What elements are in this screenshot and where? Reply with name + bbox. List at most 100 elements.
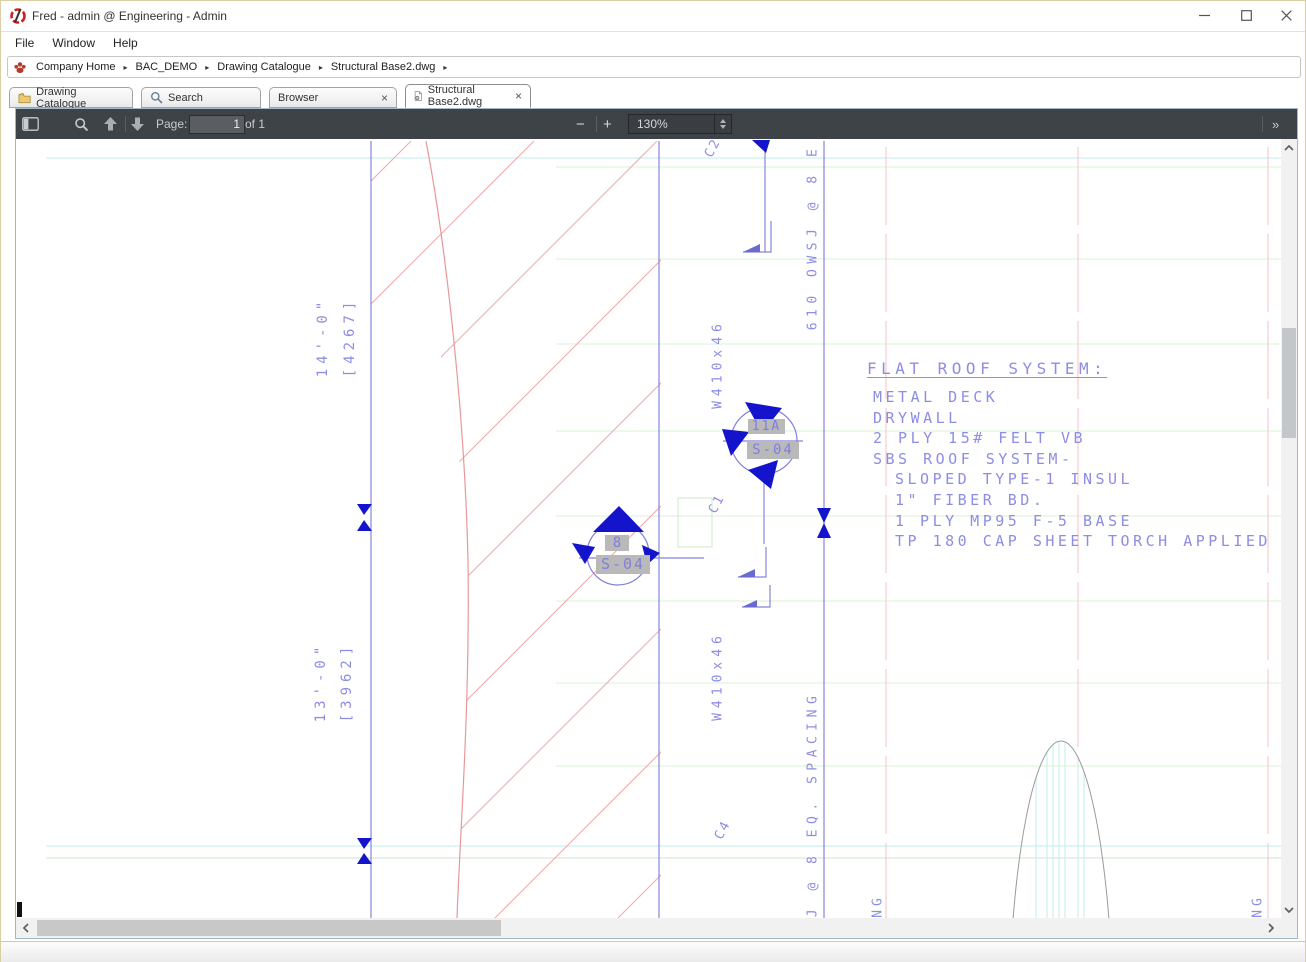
breadcrumb: Company Home ▸ BAC_DEMO ▸ Drawing Catalo… bbox=[7, 56, 1301, 78]
section-marker-top bbox=[752, 140, 770, 153]
scroll-up-button[interactable] bbox=[1281, 139, 1297, 156]
paw-icon bbox=[13, 60, 27, 74]
note-line: 1" FIBER BD. bbox=[895, 490, 1271, 511]
viewer-toolbar: Page: of 1 − + 130% » bbox=[16, 109, 1297, 139]
zoom-level-value: 130% bbox=[629, 117, 714, 131]
tab-label: Browser bbox=[278, 92, 318, 104]
dimension-label-4267mm: [4267] bbox=[342, 297, 358, 378]
note-line: 2 PLY 15# FELT VB bbox=[873, 428, 1271, 449]
joist-label-bottom: J @ 8 EQ. SPACING bbox=[806, 691, 821, 918]
expand-toolbar-button[interactable]: » bbox=[1272, 109, 1280, 139]
breadcrumb-separator-icon: ▸ bbox=[314, 63, 328, 72]
zoom-spinner[interactable] bbox=[714, 115, 731, 133]
breadcrumb-item-drawing-catalogue[interactable]: Drawing Catalogue bbox=[214, 59, 314, 75]
scroll-down-button[interactable] bbox=[1281, 901, 1297, 918]
vertical-scrollbar-thumb[interactable] bbox=[1282, 328, 1296, 438]
text-fragment-right: NG bbox=[1251, 894, 1266, 918]
marker2-sheet[interactable]: S-04 bbox=[596, 555, 650, 574]
breadcrumb-item-structural-base2[interactable]: Structural Base2.dwg bbox=[328, 59, 439, 75]
viewer-panel: Page: of 1 − + 130% » bbox=[15, 108, 1298, 939]
tab-label: Drawing Catalogue bbox=[36, 86, 124, 110]
close-icon bbox=[1281, 10, 1292, 21]
sheet-edge-fragment bbox=[17, 902, 22, 917]
arrow-down-icon bbox=[131, 117, 144, 131]
chevron-up-icon bbox=[1284, 145, 1294, 151]
chevron-right-icon bbox=[1268, 923, 1274, 933]
text-fragment-left: NG bbox=[871, 894, 886, 918]
scrollbar-corner bbox=[1281, 918, 1297, 938]
note-line: TP 180 CAP SHEET TORCH APPLIED bbox=[895, 531, 1271, 552]
beam-label-w410x46-upper: W410x46 bbox=[711, 319, 726, 409]
window-title: Fred - admin @ Engineering - Admin bbox=[32, 9, 227, 23]
dimension-label-3962mm: [3962] bbox=[339, 642, 355, 723]
folder-icon bbox=[18, 92, 31, 104]
magnifier-icon bbox=[74, 117, 89, 132]
zoom-level-select[interactable]: 130% bbox=[628, 114, 732, 134]
toolbar-separator bbox=[596, 116, 597, 132]
marker1-number[interactable]: 11A bbox=[748, 419, 785, 434]
tab-bar: Drawing Catalogue Search Browser × Struc… bbox=[9, 84, 539, 108]
status-bar bbox=[1, 941, 1305, 962]
app-window: { "window": { "title": "Fred - admin @ E… bbox=[0, 0, 1306, 962]
tab-drawing-catalogue[interactable]: Drawing Catalogue bbox=[9, 87, 133, 108]
search-in-document-button[interactable] bbox=[74, 109, 89, 139]
zoom-in-button[interactable]: + bbox=[603, 109, 612, 139]
vertical-scrollbar[interactable] bbox=[1281, 139, 1297, 918]
search-icon bbox=[150, 91, 163, 104]
tab-label: Search bbox=[168, 92, 203, 104]
sidebar-toggle-button[interactable] bbox=[22, 109, 39, 139]
menu-file[interactable]: File bbox=[6, 33, 43, 53]
flat-roof-system-note: FLAT ROOF SYSTEM: METAL DECK DRYWALL 2 P… bbox=[867, 359, 1271, 552]
maximize-icon bbox=[1241, 10, 1252, 21]
previous-page-button[interactable] bbox=[104, 109, 117, 139]
tab-close-icon[interactable]: × bbox=[509, 91, 522, 101]
toolbar-separator bbox=[1262, 116, 1263, 132]
note-heading: FLAT ROOF SYSTEM: bbox=[867, 359, 1271, 378]
dimension-label-13ft: 13'-0" bbox=[313, 642, 329, 723]
marker2-number[interactable]: 8 bbox=[605, 535, 629, 551]
scroll-right-button[interactable] bbox=[1261, 918, 1281, 938]
beam-label-w410x46-lower: W410x46 bbox=[711, 631, 726, 721]
minimize-button[interactable] bbox=[1186, 2, 1222, 29]
tab-close-icon[interactable]: × bbox=[375, 93, 388, 103]
chevron-down-icon bbox=[1284, 907, 1294, 913]
tab-browser[interactable]: Browser × bbox=[269, 87, 397, 108]
spinner-up-icon bbox=[720, 119, 726, 123]
arch-ellipse bbox=[1008, 741, 1114, 918]
marker1-sheet[interactable]: S-04 bbox=[747, 442, 799, 459]
page-number-input[interactable] bbox=[189, 115, 245, 134]
dimension-label-14ft: 14'-0" bbox=[315, 297, 331, 378]
drawing-canvas[interactable]: 14'-0" [4267] 13'-0" [3962] W410x46 W410… bbox=[16, 139, 1281, 918]
wall-curve bbox=[426, 141, 468, 918]
tab-label: Structural Base2.dwg bbox=[428, 84, 504, 108]
app-logo-icon bbox=[9, 7, 27, 25]
breadcrumb-separator-icon: ▸ bbox=[438, 63, 452, 72]
breadcrumb-item-bac-demo[interactable]: BAC_DEMO bbox=[133, 59, 201, 75]
zoom-out-button[interactable]: − bbox=[576, 109, 585, 139]
maximize-button[interactable] bbox=[1228, 2, 1264, 29]
horizontal-scrollbar-thumb[interactable] bbox=[37, 920, 501, 936]
breadcrumb-separator-icon: ▸ bbox=[200, 63, 214, 72]
breadcrumb-item-company-home[interactable]: Company Home bbox=[33, 59, 118, 75]
tab-search[interactable]: Search bbox=[141, 87, 261, 108]
note-line: DRYWALL bbox=[873, 408, 1271, 429]
note-line: 1 PLY MP95 F-5 BASE bbox=[895, 511, 1271, 532]
page-label: Page: bbox=[156, 109, 187, 139]
sidebar-toggle-icon bbox=[22, 117, 39, 131]
minimize-icon bbox=[1199, 10, 1210, 21]
horizontal-scrollbar[interactable] bbox=[16, 918, 1281, 938]
note-line: METAL DECK bbox=[873, 387, 1271, 408]
arrow-up-icon bbox=[104, 117, 117, 131]
scroll-left-button[interactable] bbox=[16, 918, 36, 938]
menu-help[interactable]: Help bbox=[104, 33, 147, 53]
menu-bar: File Window Help bbox=[1, 32, 1305, 54]
breadcrumb-separator-icon: ▸ bbox=[118, 63, 132, 72]
toolbar-separator bbox=[125, 116, 126, 132]
spinner-down-icon bbox=[720, 125, 726, 129]
next-page-button[interactable] bbox=[131, 109, 144, 139]
menu-window[interactable]: Window bbox=[43, 33, 104, 53]
note-line: SBS ROOF SYSTEM- bbox=[873, 449, 1271, 470]
tab-structural-base2-dwg[interactable]: Structural Base2.dwg × bbox=[405, 84, 531, 108]
joist-label-top: 610 OWSJ @ 8 E bbox=[806, 144, 821, 331]
close-button[interactable] bbox=[1268, 2, 1304, 29]
